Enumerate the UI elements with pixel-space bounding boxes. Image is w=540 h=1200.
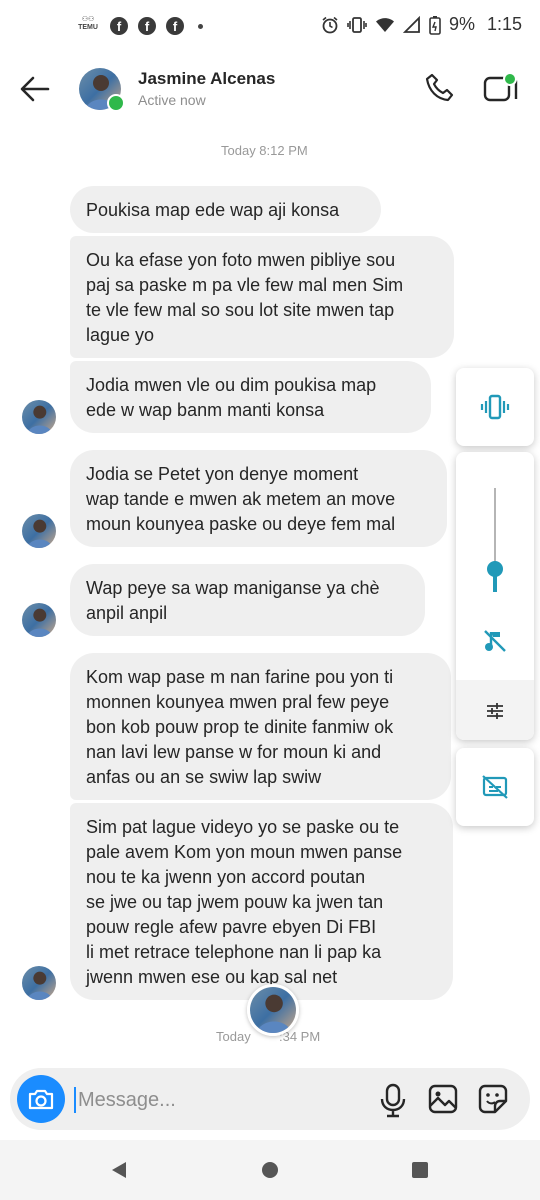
contact-name[interactable]: Jasmine Alcenas [138,69,275,89]
sticker-icon [478,1084,508,1114]
system-navigation-bar [0,1140,540,1200]
alarm-icon [322,16,338,33]
equalizer-icon [487,703,503,719]
wifi-icon [375,17,394,32]
facebook-icon: f [138,17,156,35]
mute-icon[interactable] [482,628,508,654]
sender-avatar[interactable] [22,514,56,548]
volume-slider-thumb[interactable] [487,561,503,578]
gallery-button[interactable] [427,1083,459,1115]
audio-call-button[interactable] [424,72,456,104]
back-button[interactable] [18,72,52,106]
signal-icon [402,15,420,33]
voice-message-button[interactable] [378,1080,408,1120]
phone-icon [425,73,454,102]
nav-back-icon[interactable] [110,1161,128,1179]
camera-icon [28,1089,54,1110]
message-bubble[interactable]: Jodia se Petet yon denye moment wap tand… [70,450,447,547]
battery-percent: 9% [448,14,475,34]
battery-icon [429,15,441,35]
message-bubble[interactable]: Jodia mwen vle ou dim poukisa map ede w … [70,361,431,433]
facebook-icon: f [110,17,128,35]
message-bubble[interactable]: Ou ka efase yon foto mwen pibliye sou pa… [70,236,454,358]
vibrate-icon [480,394,510,420]
online-indicator [107,94,125,112]
clock: 1:15 [486,14,522,34]
timestamp: Today 8:12 PM [221,143,308,158]
back-arrow-icon [20,76,50,102]
active-status: Active now [138,92,206,108]
vibrate-status-icon [347,16,367,33]
nav-recents-icon[interactable] [411,1161,429,1179]
status-bar: ⚇⚇ TEMU f f f 9% 1:15 [0,0,540,52]
ringer-mode-button[interactable] [456,368,534,446]
more-notifications-icon [198,23,203,29]
message-bubble[interactable]: Sim pat lague videyo yo se paske ou te p… [70,803,453,1000]
nav-home-icon[interactable] [261,1161,279,1179]
message-input[interactable] [78,1086,368,1114]
microphone-icon [380,1083,406,1118]
message-bubble[interactable]: Kom wap pase m nan farine pou yon ti mon… [70,653,451,800]
message-bubble[interactable]: Wap peye sa wap maniganse ya chè anpil a… [70,564,425,636]
volume-settings-button[interactable] [456,680,534,740]
camera-button[interactable] [17,1075,65,1123]
video-active-dot [503,72,517,86]
seen-by-avatar[interactable] [247,984,299,1036]
timestamp-prefix: Today [216,1029,251,1044]
text-caret [74,1087,76,1113]
volume-panel [456,452,534,740]
live-caption-button[interactable] [456,748,534,826]
captions-off-icon [482,775,508,799]
message-bubble[interactable]: Poukisa map ede wap aji konsa [70,186,381,233]
sender-avatar[interactable] [22,966,56,1000]
sender-avatar[interactable] [22,400,56,434]
sender-avatar[interactable] [22,603,56,637]
notification-icons: ⚇⚇ TEMU f f f [76,16,203,36]
gallery-icon [428,1084,458,1114]
sticker-button[interactable] [477,1083,509,1115]
facebook-icon: f [166,17,184,35]
system-icons: 9% 1:15 [321,14,522,35]
temu-icon: ⚇⚇ TEMU [78,16,98,31]
